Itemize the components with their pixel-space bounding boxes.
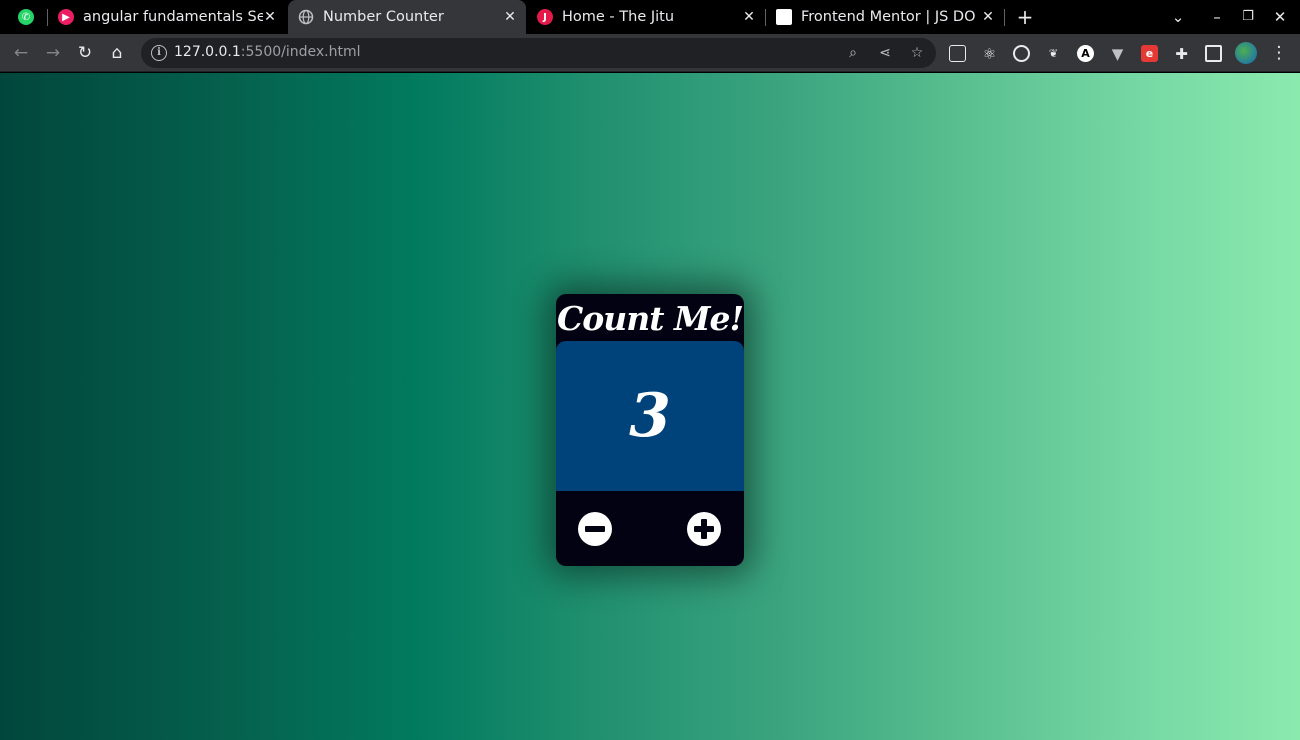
tab-separator	[47, 9, 48, 26]
tab-separator	[765, 9, 766, 26]
back-button[interactable]: ←	[10, 42, 32, 64]
page-viewport: Count Me! 3	[0, 73, 1300, 740]
ember-extension-icon[interactable]: e	[1141, 45, 1158, 62]
side-panel-icon[interactable]	[1205, 45, 1222, 62]
tab-the-jitu[interactable]: J Home - The Jitu ✕	[537, 0, 765, 34]
close-icon[interactable]: ✕	[741, 9, 757, 25]
tab-title: angular fundamentals Sea	[83, 9, 263, 25]
target-extension-icon[interactable]	[1013, 45, 1030, 62]
share-icon[interactable]: ⋖	[877, 45, 893, 61]
counter-title: Count Me!	[556, 299, 744, 338]
extensions-puzzle-icon[interactable]: ✚	[1173, 45, 1190, 63]
tab-number-counter[interactable]: Number Counter ✕	[288, 0, 526, 34]
counter-display: 3	[556, 341, 744, 491]
address-bar[interactable]: i 127.0.0.1:5500/index.html ⌕ ⋖ ☆	[141, 38, 936, 68]
frontend-mentor-icon	[776, 9, 792, 25]
jitu-icon: J	[537, 9, 553, 25]
tab-separator	[1004, 9, 1005, 26]
close-icon[interactable]: ✕	[502, 9, 518, 25]
reload-button[interactable]: ↻	[74, 42, 96, 64]
new-tab-button[interactable]: +	[1016, 7, 1034, 27]
angular-extension-icon[interactable]: A	[1077, 45, 1094, 62]
bookmark-star-icon[interactable]: ☆	[909, 45, 925, 61]
tab-whatsapp[interactable]: ✆	[18, 0, 40, 34]
tab-angular-fundamentals[interactable]: ▶ angular fundamentals Sea ✕	[58, 0, 286, 34]
tab-title: Frontend Mentor | JS DOM	[801, 9, 976, 25]
tab-search-button[interactable]: ⌄	[1169, 8, 1187, 26]
site-info-icon[interactable]: i	[151, 45, 167, 61]
close-window-button[interactable]: ✕	[1271, 8, 1289, 26]
profile-avatar[interactable]	[1235, 42, 1257, 64]
counter-card: Count Me! 3	[556, 294, 744, 566]
forward-button[interactable]: →	[42, 42, 64, 64]
globe-icon	[298, 9, 314, 25]
address-url[interactable]: 127.0.0.1:5500/index.html	[174, 44, 361, 60]
screen-reader-extension-icon[interactable]	[949, 45, 966, 62]
youtube-music-icon: ▶	[58, 9, 74, 25]
counter-value: 3	[629, 381, 671, 451]
restore-button[interactable]: ❐	[1239, 8, 1257, 26]
zoom-icon[interactable]: ⌕	[845, 45, 861, 61]
tab-title: Home - The Jitu	[562, 9, 675, 25]
menu-kebab-icon[interactable]: ⋮	[1268, 42, 1290, 64]
increment-button[interactable]	[687, 512, 721, 546]
close-icon[interactable]: ✕	[262, 9, 278, 25]
browser-toolbar: ← → ↻ ⌂ i 127.0.0.1:5500/index.html ⌕ ⋖ …	[0, 34, 1300, 72]
plus-icon-vertical	[701, 519, 707, 539]
decrement-button[interactable]	[578, 512, 612, 546]
vue-devtools-icon[interactable]: ▼	[1109, 45, 1126, 63]
tab-frontend-mentor[interactable]: Frontend Mentor | JS DOM ✕	[776, 0, 1004, 34]
react-devtools-icon[interactable]: ⚛	[981, 45, 998, 63]
tab-title: Number Counter	[323, 9, 444, 25]
minus-icon	[585, 526, 605, 532]
graphql-extension-icon[interactable]: ❦	[1045, 45, 1062, 62]
home-button[interactable]: ⌂	[106, 42, 128, 64]
whatsapp-icon: ✆	[18, 9, 34, 25]
tab-strip: ✆ ▶ angular fundamentals Sea ✕ Number Co…	[0, 0, 1300, 34]
close-icon[interactable]: ✕	[980, 9, 996, 25]
minimize-button[interactable]: –	[1208, 8, 1226, 26]
